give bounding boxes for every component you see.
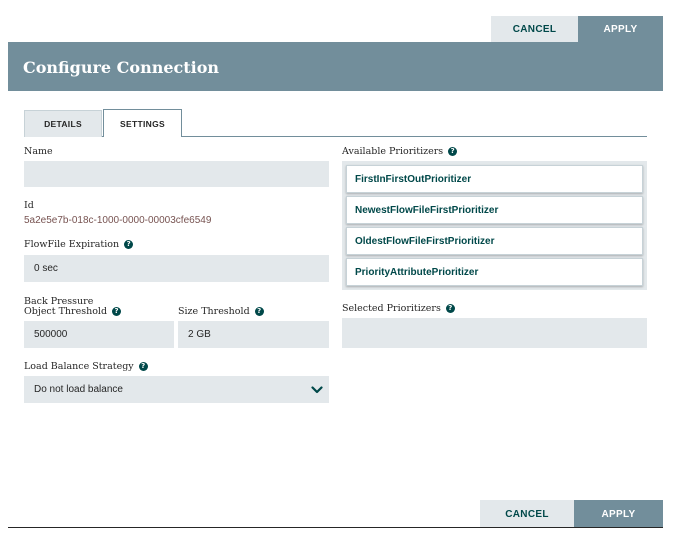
tab-details[interactable]: DETAILS <box>24 110 102 137</box>
size-threshold-label: Size Threshold ? <box>178 306 264 317</box>
prioritizer-item[interactable]: OldestFlowFileFirstPrioritizer <box>346 227 643 255</box>
load-balance-label: Load Balance Strategy ? <box>24 361 148 372</box>
selected-prioritizers-list[interactable] <box>342 318 647 348</box>
id-value: 5a2e5e7b-018c-1000-0000-00003cfe6549 <box>24 215 212 226</box>
name-input[interactable] <box>24 161 329 187</box>
question-circle-icon[interactable]: ? <box>445 304 455 313</box>
question-circle-icon[interactable]: ? <box>112 307 122 316</box>
load-balance-value: Do not load balance <box>34 384 123 395</box>
footer-divider <box>8 527 663 528</box>
size-threshold-input[interactable]: 2 GB <box>178 321 329 348</box>
question-circle-icon[interactable]: ? <box>254 307 264 316</box>
prioritizer-item[interactable]: FirstInFirstOutPrioritizer <box>346 165 643 193</box>
dialog-title: Configure Connection <box>23 58 220 77</box>
load-balance-select[interactable]: Do not load balance <box>24 376 329 403</box>
question-circle-icon[interactable]: ? <box>124 240 134 249</box>
bottom-apply-button[interactable]: APPLY <box>574 500 663 528</box>
object-threshold-input[interactable]: 500000 <box>24 321 174 348</box>
top-apply-button[interactable]: APPLY <box>578 16 663 42</box>
available-prioritizers-label: Available Prioritizers ? <box>342 146 458 157</box>
tab-settings[interactable]: SETTINGS <box>103 109 182 137</box>
name-label: Name <box>24 146 53 157</box>
object-threshold-label: Object Threshold ? <box>24 306 122 317</box>
chevron-down-icon[interactable] <box>311 385 323 395</box>
top-cancel-button[interactable]: CANCEL <box>491 16 578 42</box>
question-circle-icon[interactable]: ? <box>138 362 148 371</box>
tab-divider <box>182 136 647 137</box>
question-circle-icon[interactable]: ? <box>448 147 458 156</box>
id-label: Id <box>24 200 34 211</box>
selected-prioritizers-label: Selected Prioritizers ? <box>342 303 455 314</box>
flowfile-expiration-label: FlowFile Expiration ? <box>24 239 134 250</box>
prioritizer-item[interactable]: NewestFlowFileFirstPrioritizer <box>346 196 643 224</box>
bottom-cancel-button[interactable]: CANCEL <box>480 500 574 528</box>
prioritizer-item[interactable]: PriorityAttributePrioritizer <box>346 258 643 286</box>
flowfile-expiration-input[interactable]: 0 sec <box>24 255 329 282</box>
